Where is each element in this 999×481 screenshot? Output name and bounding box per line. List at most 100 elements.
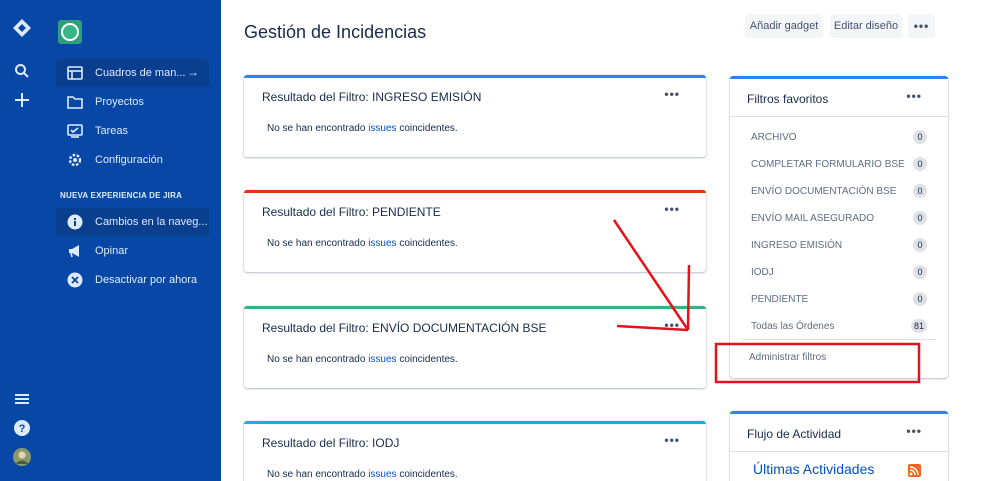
sidebar-item-feedback[interactable]: Opinar (56, 237, 209, 265)
gadget-color-bar (244, 190, 706, 193)
gadget-menu-button[interactable]: ••• (664, 202, 680, 216)
gadget-empty-message: No se han encontrado issues coincidentes… (267, 469, 458, 480)
sidebar-item-label: Desactivar por ahora (95, 274, 198, 286)
gadget-menu-button[interactable]: ••• (664, 87, 680, 101)
count-badge: 0 (913, 157, 927, 171)
activity-stream-gadget: Flujo de Actividad ••• Últimas Actividad… (730, 411, 948, 481)
gadget-empty-message: No se han encontrado issues coincidentes… (267, 123, 458, 134)
user-avatar-icon[interactable] (10, 445, 34, 469)
empty-text-after: coincidentes. (396, 123, 458, 134)
manage-filters-link[interactable]: Administrar filtros (749, 352, 826, 363)
more-options-button[interactable]: ••• (908, 14, 935, 38)
sidebar-item-settings[interactable]: Configuración (56, 146, 209, 174)
count-badge: 0 (913, 130, 927, 144)
sidebar-item-issues[interactable]: Tareas (56, 117, 209, 145)
favorite-filter-item[interactable]: INGRESO EMISIÓN 0 (751, 236, 927, 254)
gadget-color-bar (730, 76, 948, 79)
gadget-menu-button[interactable]: ••• (906, 89, 922, 103)
empty-text-after: coincidentes. (396, 354, 458, 365)
search-icon[interactable] (10, 59, 34, 83)
sidebar-item-navigation-changes[interactable]: Cambios en la naveg... (56, 208, 209, 236)
filter-name[interactable]: Todas las Órdenes (751, 321, 834, 332)
empty-text-after: coincidentes. (396, 469, 458, 480)
gadget-empty-message: No se han encontrado issues coincidentes… (267, 238, 458, 249)
sidebar-item-label: Proyectos (95, 96, 144, 108)
count-badge: 0 (913, 265, 927, 279)
gadget-menu-button[interactable]: ••• (906, 424, 922, 438)
empty-text-before: No se han encontrado (267, 469, 369, 480)
filter-name[interactable]: PENDIENTE (751, 294, 808, 305)
empty-text-before: No se han encontrado (267, 238, 369, 249)
svg-text:?: ? (19, 423, 26, 435)
empty-text-before: No se han encontrado (267, 123, 369, 134)
filter-name[interactable]: ENVÍO MAIL ASEGURADO (751, 213, 874, 224)
issues-link[interactable]: issues (368, 354, 396, 365)
board-icon (64, 66, 86, 80)
sidebar-item-label: Opinar (95, 245, 129, 257)
gadget-empty-message: No se han encontrado issues coincidentes… (267, 354, 458, 365)
sidebar-item-deactivate[interactable]: Desactivar por ahora (56, 266, 209, 294)
gadget-color-bar (244, 306, 706, 309)
filter-name[interactable]: ENVÍO DOCUMENTACIÓN BSE (751, 186, 896, 197)
favorite-filter-item[interactable]: COMPLETAR FORMULARIO BSE 0 (751, 155, 927, 173)
sidebar-item-label: Tareas (95, 125, 129, 137)
filter-gadget: Resultado del Filtro: PENDIENTE ••• No s… (244, 190, 706, 272)
add-gadget-button[interactable]: Añadir gadget (745, 14, 823, 38)
create-plus-icon[interactable] (10, 88, 34, 112)
issues-icon (64, 124, 86, 138)
filter-name[interactable]: ARCHIVO (751, 132, 797, 143)
count-badge: 0 (913, 184, 927, 198)
sidebar-item-label: Cambios en la naveg... (95, 216, 208, 228)
count-badge: 0 (913, 211, 927, 225)
empty-text-before: No se han encontrado (267, 354, 369, 365)
info-icon (64, 214, 86, 230)
gadget-color-bar (730, 411, 948, 414)
count-badge: 81 (910, 319, 927, 333)
edit-layout-button[interactable]: Editar diseño (830, 14, 902, 38)
issues-link[interactable]: issues (368, 123, 396, 134)
megaphone-icon (64, 244, 86, 258)
rss-feed-icon[interactable] (908, 464, 921, 477)
dashboard-main: Gestión de Incidencias Añadir gadget Edi… (221, 0, 999, 481)
sidebar-item-projects[interactable]: Proyectos (56, 88, 209, 116)
divider (742, 339, 936, 340)
filter-name[interactable]: COMPLETAR FORMULARIO BSE (751, 159, 905, 170)
sidebar-item-dashboards[interactable]: Cuadros de man... → (56, 59, 209, 87)
filter-gadget: Resultado del Filtro: IODJ ••• No se han… (244, 421, 706, 481)
filter-gadget: Resultado del Filtro: ENVÍO DOCUMENTACIÓ… (244, 306, 706, 388)
close-circle-icon (64, 272, 86, 288)
filter-name[interactable]: INGRESO EMISIÓN (751, 240, 842, 251)
empty-text-after: coincidentes. (396, 238, 458, 249)
favorite-filter-item[interactable]: Todas las Órdenes 81 (751, 317, 927, 335)
issues-link[interactable]: issues (368, 469, 396, 480)
section-label: NUEVA EXPERIENCIA DE JIRA (60, 191, 183, 200)
favorite-filter-item[interactable]: ENVÍO DOCUMENTACIÓN BSE 0 (751, 182, 927, 200)
divider (730, 451, 948, 452)
gadget-title: Resultado del Filtro: INGRESO EMISIÓN (262, 90, 482, 104)
sidebar-item-label: Configuración (95, 154, 163, 166)
menu-icon[interactable] (10, 387, 34, 411)
favorite-filter-item[interactable]: ARCHIVO 0 (751, 128, 927, 146)
gadget-title: Resultado del Filtro: IODJ (262, 436, 400, 450)
project-avatar[interactable] (58, 20, 82, 44)
gadget-color-bar (244, 421, 706, 424)
activity-heading[interactable]: Últimas Actividades (753, 461, 874, 477)
filter-name[interactable]: IODJ (751, 267, 774, 278)
favorite-filter-item[interactable]: IODJ 0 (751, 263, 927, 281)
page-title: Gestión de Incidencias (244, 22, 427, 42)
favorite-filter-item[interactable]: PENDIENTE 0 (751, 290, 927, 308)
folder-icon (64, 95, 86, 109)
arrow-right-icon: → (187, 65, 199, 79)
count-badge: 0 (913, 292, 927, 306)
divider (730, 116, 948, 117)
issues-link[interactable]: issues (368, 238, 396, 249)
count-badge: 0 (913, 238, 927, 252)
help-icon[interactable]: ? (10, 416, 34, 440)
gadget-menu-button[interactable]: ••• (664, 433, 680, 447)
gadget-title: Resultado del Filtro: PENDIENTE (262, 205, 441, 219)
filter-gadget: Resultado del Filtro: INGRESO EMISIÓN ••… (244, 75, 706, 157)
jira-logo-icon[interactable] (10, 16, 34, 40)
favorite-filters-gadget: Filtros favoritos ••• ARCHIVO 0 COMPLETAR… (730, 76, 948, 378)
gadget-menu-button[interactable]: ••• (664, 318, 680, 332)
favorite-filter-item[interactable]: ENVÍO MAIL ASEGURADO 0 (751, 209, 927, 227)
